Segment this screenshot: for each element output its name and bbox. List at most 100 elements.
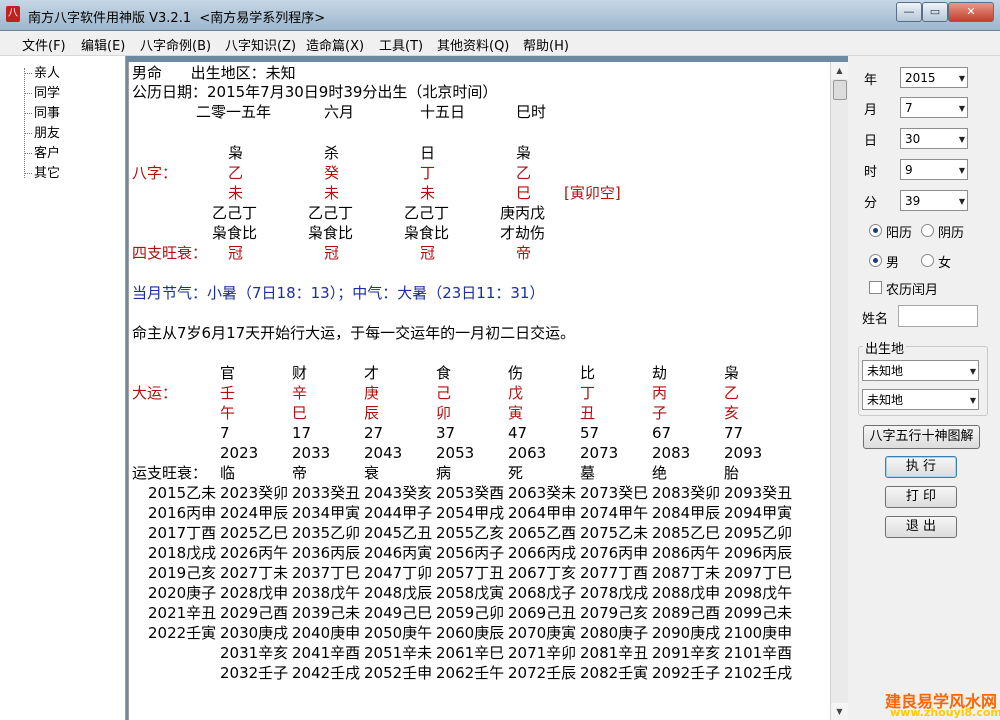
liunian-year: 2082壬寅: [580, 664, 649, 682]
liunian-year: 2036丙辰: [292, 544, 361, 562]
birthplace-select-1[interactable]: 未知地 ▼: [862, 360, 979, 381]
liunian-pre-dayun: 2015乙未: [148, 484, 217, 502]
vertical-scrollbar[interactable]: ▲ ▼: [830, 62, 848, 720]
liunian-year: 2076丙申: [580, 544, 649, 562]
window-title: 南方八字软件用神版 V3.2.1 <南方易学系列程序>: [28, 11, 326, 26]
liunian-year: 2050庚午: [364, 624, 433, 642]
wangshuai-hour: 帝: [516, 244, 532, 262]
menu-bazi-cases[interactable]: 八字命例(B): [140, 35, 211, 54]
stem-hour: 乙: [516, 164, 532, 182]
liunian-year: 2044甲子: [364, 504, 433, 522]
wangshuai-label: 四支旺衰：: [132, 244, 208, 262]
hidden-gods-day: 枭食比: [404, 224, 450, 242]
liunian-pre-dayun: 2019己亥: [148, 564, 217, 582]
chart-text-area[interactable]: 男命 出生地区：未知 公历日期：2015年7月30日9时39分出生（北京时间） …: [128, 62, 831, 720]
menu-help[interactable]: 帮助(H): [523, 35, 569, 54]
run-button[interactable]: 执 行: [885, 456, 957, 478]
liunian-year: 2032壬子: [220, 664, 289, 682]
liunian-pre-dayun: 2017丁酉: [148, 524, 217, 542]
app-icon: 八: [6, 6, 20, 22]
birthplace-label: 出生地: [863, 338, 907, 357]
minute-select[interactable]: 39 ▼: [900, 190, 968, 211]
print-button[interactable]: 打 印: [885, 486, 957, 508]
liunian-year: 2041辛酉: [292, 644, 361, 662]
yunzhi-wangshuai: 帝: [292, 464, 308, 482]
tree-item-colleagues[interactable]: 同事: [24, 102, 60, 121]
female-label: 女: [938, 256, 952, 271]
branch-day: 未: [420, 184, 436, 202]
yunzhi-wangshuai: 死: [508, 464, 524, 482]
menu-other[interactable]: 其他资料(Q): [437, 35, 509, 54]
wuxing-diagram-button[interactable]: 八字五行十神图解: [863, 425, 980, 449]
scroll-up-icon[interactable]: ▲: [831, 62, 848, 79]
dayun-god: 伤: [508, 364, 524, 382]
dayun-god: 食: [436, 364, 452, 382]
liunian-year: 2089己酉: [652, 604, 721, 622]
liunian-year: 2079己亥: [580, 604, 649, 622]
dayun-god: 才: [364, 364, 380, 382]
menu-file[interactable]: 文件(F): [22, 35, 66, 54]
liunian-year: 2074甲午: [580, 504, 649, 522]
liunian-year: 2063癸未: [508, 484, 577, 502]
exit-button[interactable]: 退 出: [885, 516, 957, 538]
dayun-branch: 辰: [364, 404, 380, 422]
female-radio[interactable]: [921, 254, 934, 267]
male-radio[interactable]: [869, 254, 882, 267]
hour-select[interactable]: 9 ▼: [900, 159, 968, 180]
liunian-year: 2091辛亥: [652, 644, 721, 662]
name-input[interactable]: [898, 305, 978, 327]
tree-item-friends[interactable]: 朋友: [24, 122, 60, 141]
solar-radio[interactable]: [869, 224, 882, 237]
dayun-label: 大运：: [132, 384, 178, 402]
lunar-day: 十五日: [420, 103, 466, 121]
restore-button[interactable]: ▭: [922, 2, 948, 22]
tree-item-others[interactable]: 其它: [24, 162, 60, 181]
menu-edit[interactable]: 编辑(E): [81, 35, 125, 54]
liunian-year: 2081辛丑: [580, 644, 649, 662]
day-select[interactable]: 30 ▼: [900, 128, 968, 149]
month-select[interactable]: 7 ▼: [900, 97, 968, 118]
minute-value: 39: [905, 194, 921, 208]
liunian-pre-dayun: 2021辛丑: [148, 604, 217, 622]
liunian-year: 2099己未: [724, 604, 793, 622]
birthplace-select-2[interactable]: 未知地 ▼: [862, 389, 979, 410]
menu-tools[interactable]: 工具(T): [379, 35, 423, 54]
wangshuai-day: 冠: [420, 244, 436, 262]
liunian-year: 2092壬子: [652, 664, 721, 682]
dayun-stem: 壬: [220, 384, 236, 402]
close-button[interactable]: ✕: [948, 2, 994, 22]
tree-item-clients[interactable]: 客户: [24, 142, 60, 161]
menu-zaoming[interactable]: 造命篇(X): [306, 35, 364, 54]
liunian-year: 2090庚戌: [652, 624, 721, 642]
lunar-radio[interactable]: [921, 224, 934, 237]
liunian-year: 2062壬午: [436, 664, 505, 682]
hidden-gods-year: 枭食比: [212, 224, 258, 242]
leap-month-checkbox[interactable]: [869, 281, 882, 294]
tree-item-classmates[interactable]: 同学: [24, 82, 60, 101]
liunian-year: 2085乙巳: [652, 524, 721, 542]
leap-month-label: 农历闰月: [886, 283, 939, 298]
tree-item-relatives[interactable]: 亲人: [24, 62, 60, 81]
hidden-gods-hour: 才劫伤: [500, 224, 546, 242]
dayun-start-age: 17: [292, 424, 312, 442]
dayun-branch: 寅: [508, 404, 524, 422]
liunian-year: 2054甲戌: [436, 504, 505, 522]
hidden-stems-hour: 庚丙戊: [500, 204, 546, 222]
liunian-year: 2065乙酉: [508, 524, 577, 542]
year-select[interactable]: 2015 ▼: [900, 67, 968, 88]
minute-label: 分: [864, 196, 878, 211]
dayun-stem: 己: [436, 384, 452, 402]
liunian-year: 2100庚申: [724, 624, 793, 642]
liunian-year: 2031辛亥: [220, 644, 289, 662]
minimize-button[interactable]: —: [896, 2, 922, 22]
stem-god-month: 杀: [324, 144, 340, 162]
jieqi-line: 当月节气：小暑（7日18：13）；中气：大暑（23日11：31）: [132, 284, 545, 302]
dropdown-arrow-icon: ▼: [969, 367, 976, 376]
dayun-start-age: 37: [436, 424, 456, 442]
lunar-year: 二零一五年: [196, 103, 272, 121]
menu-bazi-knowledge[interactable]: 八字知识(Z): [225, 35, 296, 54]
dayun-start-age: 77: [724, 424, 744, 442]
scroll-down-icon[interactable]: ▼: [831, 703, 848, 720]
scroll-thumb[interactable]: [833, 80, 847, 100]
dayun-branch: 巳: [292, 404, 308, 422]
